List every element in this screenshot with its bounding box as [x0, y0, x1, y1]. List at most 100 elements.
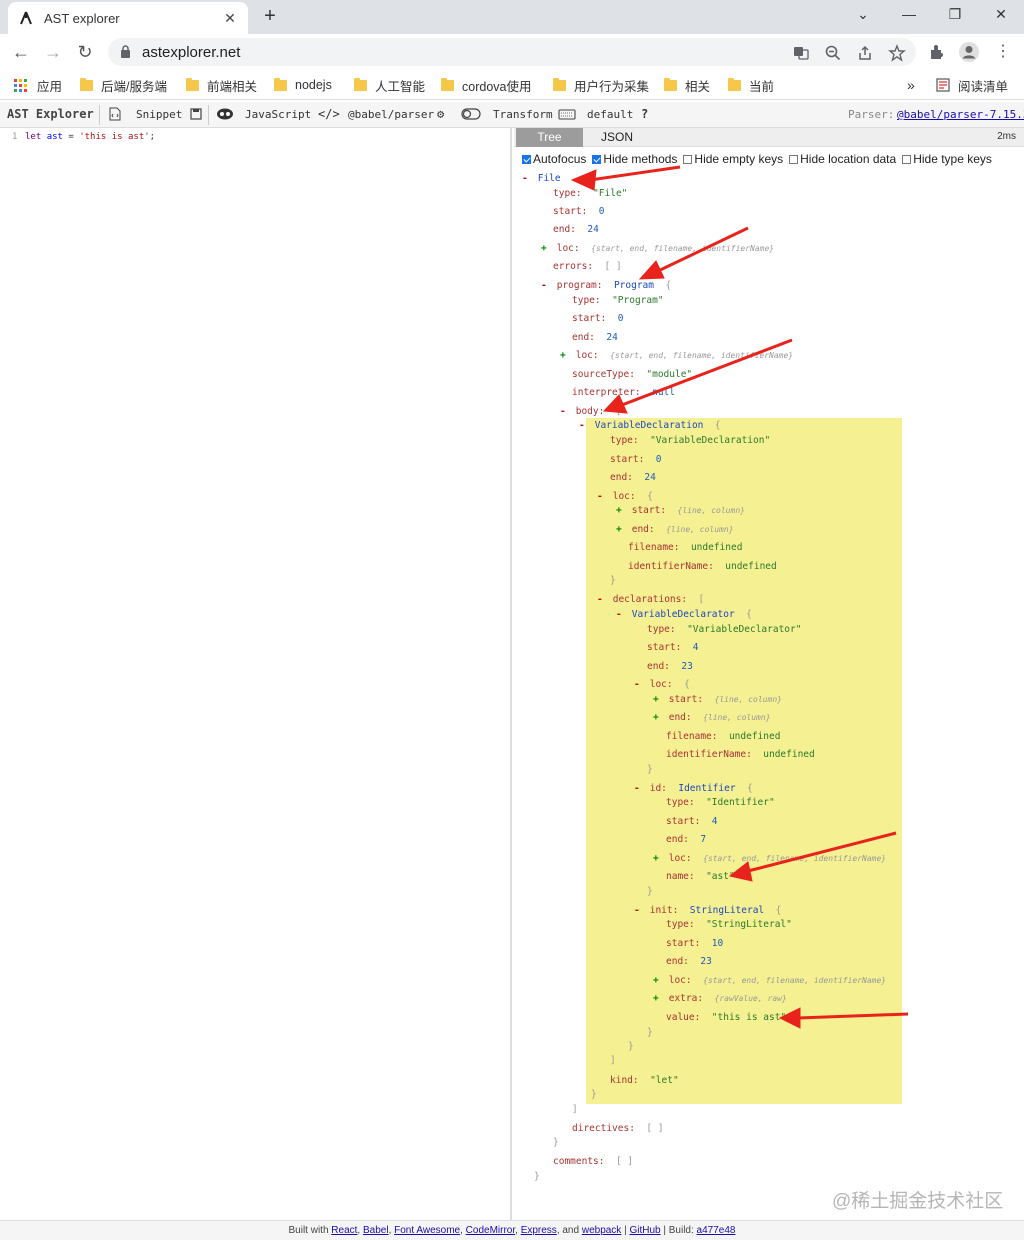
prop-key: type:: [666, 919, 695, 930]
tree-node-collapsed[interactable]: + loc: {start, end, filename, identifier…: [653, 852, 886, 866]
bookmarks-overflow-button[interactable]: »: [907, 76, 915, 94]
checkbox-icon[interactable]: [902, 154, 912, 164]
keymap-menu[interactable]: default: [587, 108, 633, 121]
tree-node-loc[interactable]: - loc: {: [634, 678, 690, 692]
parser-settings-gear-icon[interactable]: ⚙: [437, 107, 444, 121]
parser-version-link[interactable]: @babel/parser-7.15.3: [897, 108, 1024, 121]
tree-prop: identifierName: undefined: [628, 560, 777, 574]
tree-node-variable-declaration[interactable]: - VariableDeclaration {: [579, 419, 721, 433]
footer-link-font-awesome[interactable]: Font Awesome: [394, 1225, 460, 1236]
tab-json[interactable]: JSON: [583, 128, 651, 147]
code-keyword: let: [25, 132, 42, 142]
tree-node-collapsed[interactable]: + start: {line, column}: [653, 693, 782, 707]
tab-search-icon[interactable]: ⌄: [840, 0, 886, 30]
footer-link-babel[interactable]: Babel: [363, 1225, 389, 1236]
bookmark-label: 前端相关: [207, 79, 258, 94]
browser-menu-icon[interactable]: ⋮: [990, 40, 1016, 64]
bookmark-apps[interactable]: 应用: [14, 76, 62, 94]
bookmark-folder-related[interactable]: 相关: [664, 76, 710, 94]
parser-menu[interactable]: @babel/parser: [348, 108, 434, 121]
option-hide-methods[interactable]: Hide methods: [592, 152, 677, 166]
bookmark-folder-current[interactable]: 当前: [728, 76, 774, 94]
title-bar: AST explorer ✕ + ⌄ — ❐ ✕: [0, 0, 1024, 34]
reload-icon[interactable]: ↻: [72, 40, 98, 64]
tree-node-collapsed[interactable]: + end: {line, column}: [653, 711, 771, 725]
forward-icon[interactable]: →: [40, 40, 66, 64]
bookmark-folder-nodejs[interactable]: nodejs: [274, 76, 332, 94]
address-bar[interactable]: astexplorer.net: [108, 38, 916, 66]
bookmark-label: 人工智能: [375, 79, 426, 94]
footer-link-github[interactable]: GitHub: [629, 1225, 660, 1236]
tab-tree[interactable]: Tree: [516, 128, 583, 147]
bookmark-folder-frontend[interactable]: 前端相关: [186, 76, 257, 94]
checkbox-icon[interactable]: [789, 154, 799, 164]
option-autofocus[interactable]: Autofocus: [522, 152, 586, 166]
transform-menu[interactable]: Transform: [493, 108, 553, 121]
tree-node-collapsed[interactable]: + loc: {start, end, filename, identifier…: [541, 242, 774, 256]
footer-link-build[interactable]: a477e48: [697, 1225, 736, 1236]
footer-link-express[interactable]: Express: [521, 1225, 557, 1236]
zoom-icon[interactable]: [824, 44, 842, 62]
footer-link-webpack[interactable]: webpack: [582, 1225, 621, 1236]
code-line[interactable]: let ast = 'this is ast';: [25, 132, 155, 142]
tree-node-collapsed[interactable]: + extra: {rawValue, raw}: [653, 992, 787, 1006]
bookmark-folder-tracking[interactable]: 用户行为采集: [553, 76, 649, 94]
prop-summary: {rawValue, raw}: [714, 994, 787, 1003]
bookmark-label: cordova使用: [462, 79, 532, 94]
reading-list-button[interactable]: 阅读清单: [936, 76, 1008, 94]
language-menu[interactable]: JavaScript: [245, 108, 311, 121]
bookmark-folder-cordova[interactable]: cordova使用: [441, 76, 531, 94]
option-hide-location-data[interactable]: Hide location data: [789, 152, 896, 166]
tree-node-declarations[interactable]: - declarations: [: [597, 593, 704, 607]
transform-toggle-icon[interactable]: [461, 107, 481, 121]
tree-node-body[interactable]: - body: [: [560, 405, 622, 419]
option-hide-empty-keys[interactable]: Hide empty keys: [683, 152, 783, 166]
option-hide-type-keys[interactable]: Hide type keys: [902, 152, 992, 166]
prop-value: 23: [700, 956, 712, 967]
line-number: 1: [12, 132, 18, 142]
tree-node-file[interactable]: - File: [522, 172, 561, 186]
browser-tab[interactable]: AST explorer ✕: [8, 2, 248, 34]
tree-node-collapsed[interactable]: + end: {line, column}: [616, 523, 734, 537]
help-button[interactable]: ?: [641, 107, 648, 121]
footer-link-react[interactable]: React: [331, 1225, 357, 1236]
bookmark-folder-backend[interactable]: 后端/服务端: [80, 76, 167, 94]
tree-node-variable-declarator[interactable]: - VariableDeclarator {: [616, 608, 752, 622]
prop-summary: {start, end, filename, identifierName}: [591, 244, 775, 253]
close-window-button[interactable]: ✕: [978, 0, 1024, 30]
back-icon[interactable]: ←: [8, 40, 34, 64]
close-tab-icon[interactable]: ✕: [222, 10, 238, 27]
tree-prop: end: 23: [666, 955, 712, 969]
minimize-button[interactable]: —: [886, 0, 932, 30]
tree-node-loc[interactable]: - loc: {: [597, 490, 653, 504]
brace: }: [647, 764, 653, 775]
checkbox-icon[interactable]: [592, 154, 602, 164]
node-type: StringLiteral: [689, 905, 765, 916]
snippet-menu[interactable]: Snippet: [136, 108, 182, 121]
node-type: File: [537, 173, 561, 184]
bookmark-star-icon[interactable]: [888, 44, 906, 62]
prop-summary: {line, column}: [703, 713, 771, 722]
checkbox-icon[interactable]: [522, 154, 531, 164]
prop-value: 10: [711, 938, 724, 949]
brace: }: [647, 1027, 653, 1038]
bookmark-folder-ai[interactable]: 人工智能: [354, 76, 425, 94]
tree-node-string-literal[interactable]: - init: StringLiteral {: [634, 904, 781, 918]
tree-node-collapsed[interactable]: + loc: {start, end, filename, identifier…: [653, 974, 886, 988]
footer-link-codemirror[interactable]: CodeMirror: [466, 1225, 515, 1236]
prop-key: id:: [649, 783, 667, 794]
restore-button[interactable]: ❐: [932, 0, 978, 30]
tree-node-program[interactable]: - program: Program {: [541, 279, 671, 293]
save-icon[interactable]: [189, 107, 203, 121]
new-tab-button[interactable]: +: [258, 4, 282, 28]
profile-avatar-icon[interactable]: [958, 41, 980, 63]
extensions-icon[interactable]: [928, 43, 946, 61]
tree-node-collapsed[interactable]: + start: {line, column}: [616, 504, 745, 518]
tree-node-collapsed[interactable]: + loc: {start, end, filename, identifier…: [560, 349, 793, 363]
checkbox-icon[interactable]: [683, 154, 693, 164]
code-editor[interactable]: 1 let ast = 'this is ast';: [0, 128, 512, 1220]
share-icon[interactable]: [856, 44, 874, 62]
translate-icon[interactable]: [792, 44, 810, 62]
language-icon: [217, 108, 233, 120]
tree-node-identifier[interactable]: - id: Identifier {: [634, 782, 753, 796]
